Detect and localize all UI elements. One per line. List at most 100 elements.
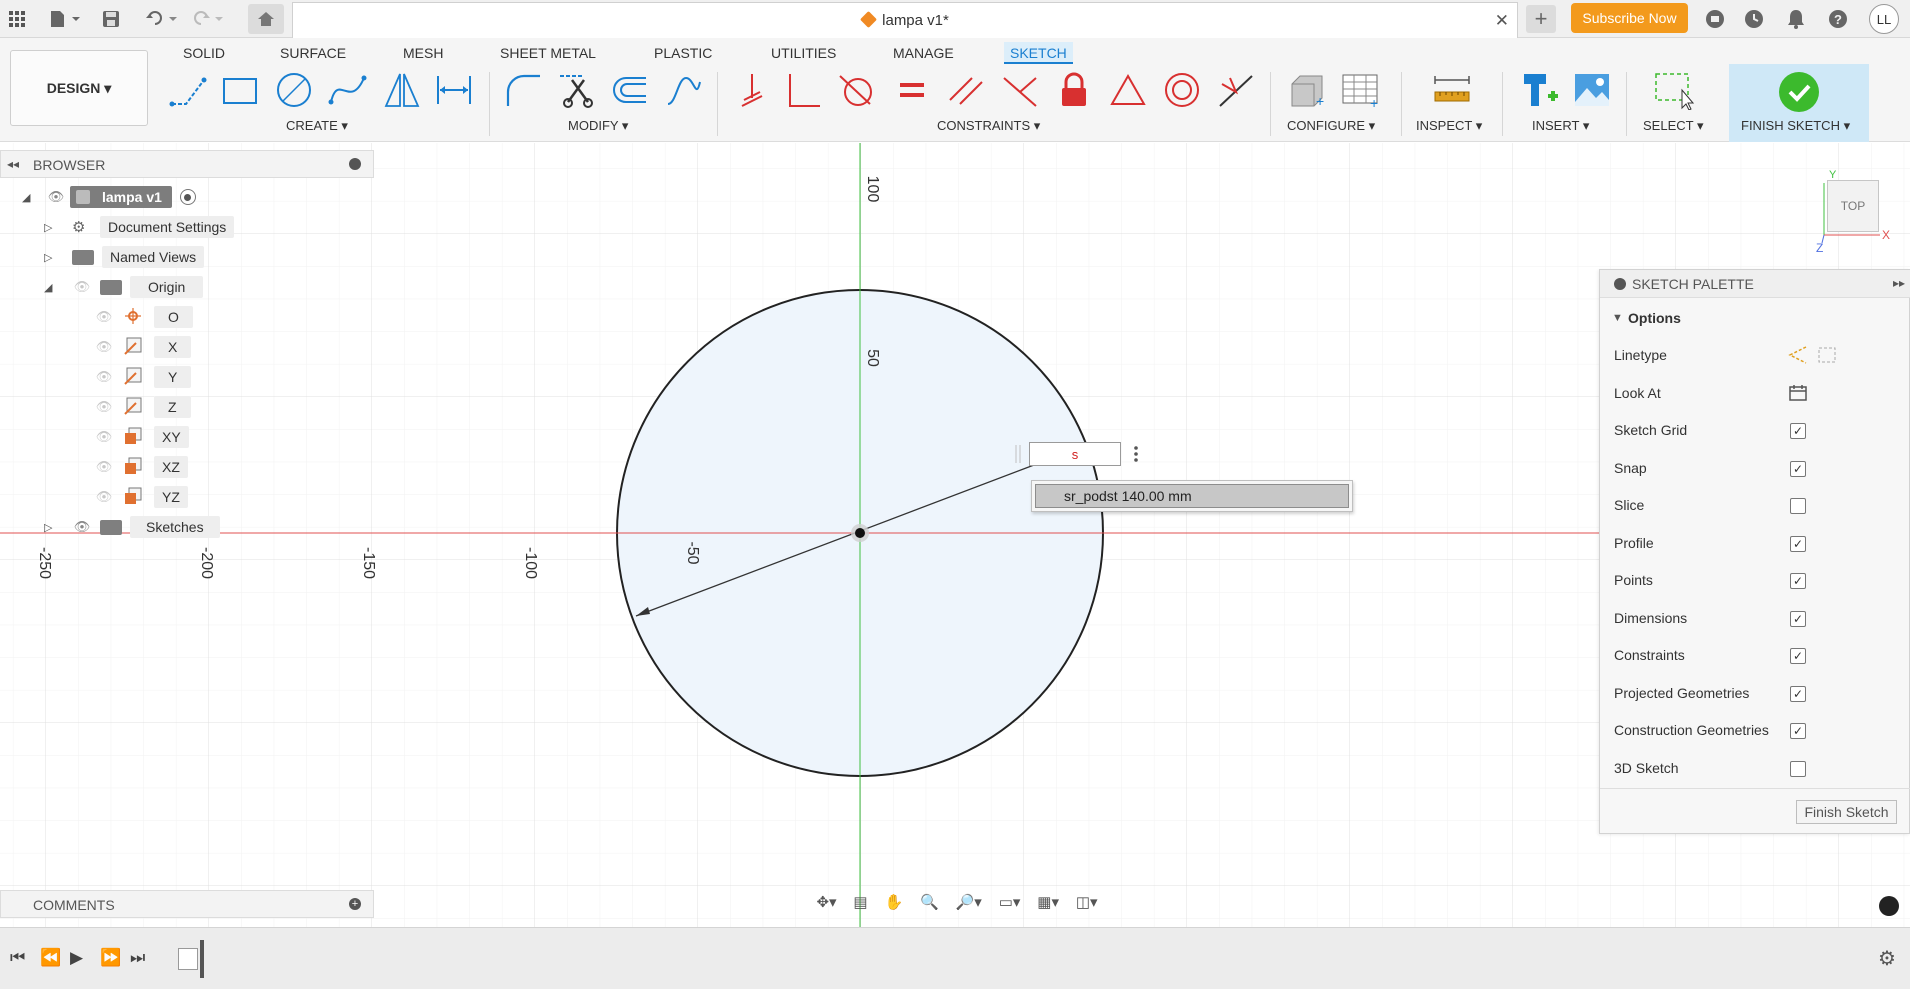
configure-table-icon[interactable]: + (1338, 68, 1382, 112)
eye-hidden-icon[interactable]: 👁 (94, 489, 114, 505)
activate-radio-icon[interactable] (179, 189, 196, 205)
eye-hidden-icon[interactable]: 👁 (72, 279, 92, 295)
tab-mesh[interactable]: MESH (397, 42, 449, 64)
browser-panel-header[interactable]: ◂◂ BROWSER (0, 150, 374, 178)
sketch-grid-checkbox[interactable]: ✓ (1790, 423, 1806, 439)
expand-triangle-icon[interactable]: ▷ (44, 221, 58, 234)
expand-triangle-icon[interactable]: ▷ (44, 251, 58, 264)
lock-constraint-icon[interactable] (1052, 68, 1096, 112)
mirror-tool-icon[interactable] (380, 68, 424, 112)
timeline-end-icon[interactable]: ⏭ (130, 948, 145, 968)
browser-root-row[interactable]: ◢ 👁 lampa v1 (22, 185, 196, 209)
palette-finish-sketch-button[interactable]: Finish Sketch (1796, 800, 1897, 824)
tab-sheet-metal[interactable]: SHEET METAL (494, 42, 602, 64)
tree-item-yz-plane[interactable]: 👁 YZ (94, 485, 188, 509)
eye-hidden-icon[interactable]: 👁 (94, 459, 114, 475)
tab-sketch[interactable]: SKETCH (1004, 42, 1073, 64)
eye-hidden-icon[interactable]: 👁 (94, 369, 114, 385)
history-icon[interactable] (1742, 6, 1766, 32)
tree-item-sketches[interactable]: ▷ 👁 Sketches (44, 515, 220, 539)
modify-group-label[interactable]: MODIFY ▾ (568, 118, 628, 134)
sketch-palette-header[interactable]: SKETCH PALETTE ▸▸ (1600, 270, 1910, 298)
save-icon[interactable] (100, 6, 122, 32)
dimension-tool-icon[interactable] (432, 68, 476, 112)
extensions-icon[interactable] (1703, 6, 1727, 32)
insert-group-label[interactable]: INSERT ▾ (1532, 118, 1589, 134)
3d-sketch-checkbox[interactable] (1790, 761, 1806, 777)
redo-icon[interactable] (190, 6, 226, 32)
insert-derive-icon[interactable] (1516, 68, 1560, 112)
midpoint-constraint-icon[interactable] (1214, 68, 1258, 112)
display-toggle-icon[interactable] (1879, 896, 1899, 916)
dimension-value-input[interactable] (1029, 442, 1121, 466)
tangent-constraint-icon[interactable] (834, 68, 878, 112)
eye-hidden-icon[interactable]: 👁 (94, 309, 114, 325)
workspace-switcher-button[interactable]: DESIGN ▾ (10, 50, 148, 126)
viewports-icon[interactable]: ◫▾ (1076, 893, 1098, 911)
constraints-group-label[interactable]: CONSTRAINTS ▾ (937, 118, 1040, 134)
tab-surface[interactable]: SURFACE (274, 42, 352, 64)
eye-icon[interactable]: 👁 (46, 189, 66, 205)
insert-canvas-icon[interactable] (1570, 68, 1614, 112)
spline-tool-icon[interactable] (326, 68, 370, 112)
view-cube-top[interactable]: TOP (1827, 180, 1879, 232)
close-icon[interactable]: ✕ (1495, 11, 1509, 31)
eye-hidden-icon[interactable]: 👁 (94, 339, 114, 355)
symmetry-constraint-icon[interactable] (1106, 68, 1150, 112)
collapse-triangle-icon[interactable]: ◢ (22, 191, 36, 204)
tree-item-y-axis[interactable]: 👁 Y (94, 365, 192, 389)
timeline-back-icon[interactable]: ⏪ (40, 948, 61, 968)
profile-checkbox[interactable]: ✓ (1790, 536, 1806, 552)
offset-tool-icon[interactable] (608, 68, 652, 112)
grid-menu-icon[interactable] (6, 6, 28, 32)
inspect-group-label[interactable]: INSPECT ▾ (1416, 118, 1482, 134)
constraints-checkbox[interactable]: ✓ (1790, 648, 1806, 664)
circle-tool-icon[interactable] (272, 68, 316, 112)
avatar[interactable]: LL (1869, 4, 1899, 34)
tab-manage[interactable]: MANAGE (887, 42, 960, 64)
timeline-marker[interactable] (200, 940, 204, 978)
zoom-icon[interactable]: 🔍 (920, 893, 939, 911)
points-checkbox[interactable]: ✓ (1790, 573, 1806, 589)
timeline-play-icon[interactable]: ▶ (70, 948, 83, 968)
display-settings-icon[interactable]: ▭▾ (999, 893, 1021, 911)
bell-icon[interactable] (1784, 6, 1808, 32)
construction-geometries-checkbox[interactable]: ✓ (1790, 723, 1806, 739)
grid-settings-icon[interactable]: ▦▾ (1037, 893, 1059, 911)
equal-constraint-icon[interactable] (890, 68, 934, 112)
expand-palette-icon[interactable]: ▸▸ (1893, 276, 1905, 290)
tab-solid[interactable]: SOLID (177, 42, 231, 64)
tab-utilities[interactable]: UTILITIES (765, 42, 842, 64)
tab-plastic[interactable]: PLASTIC (648, 42, 718, 64)
centerline-linetype-icon[interactable] (1816, 345, 1838, 370)
home-icon[interactable] (248, 4, 284, 34)
projected-geometries-checkbox[interactable]: ✓ (1790, 686, 1806, 702)
configure-parameters-icon[interactable]: + (1284, 68, 1328, 112)
more-options-icon[interactable] (1134, 446, 1138, 462)
select-group-label[interactable]: SELECT ▾ (1643, 118, 1703, 134)
collapse-options-icon[interactable]: ▼ (1612, 312, 1623, 324)
construction-linetype-icon[interactable] (1786, 345, 1808, 370)
configure-group-label[interactable]: CONFIGURE ▾ (1287, 118, 1375, 134)
line-tool-icon[interactable] (166, 68, 210, 112)
collapse-browser-icon[interactable]: ◂◂ (7, 157, 19, 171)
browser-minimize-icon[interactable] (349, 158, 361, 170)
expand-triangle-icon[interactable]: ▷ (44, 521, 58, 534)
eye-hidden-icon[interactable]: 👁 (94, 429, 114, 445)
snap-checkbox[interactable]: ✓ (1790, 461, 1806, 477)
fillet-tool-icon[interactable] (502, 68, 546, 112)
add-comment-icon[interactable]: + (349, 898, 361, 910)
new-tab-icon[interactable]: + (1526, 5, 1556, 33)
perpendicular-constraint-icon[interactable] (782, 68, 826, 112)
select-tool-icon[interactable] (1652, 68, 1696, 112)
autocomplete-item-sr-podst[interactable]: sr_podst 140.00 mm (1035, 484, 1349, 508)
undo-icon[interactable] (144, 6, 180, 32)
tree-item-xz-plane[interactable]: 👁 XZ (94, 455, 188, 479)
pan-icon[interactable]: ✋ (884, 893, 903, 911)
subscribe-now-button[interactable]: Subscribe Now (1571, 3, 1688, 33)
timeline-start-icon[interactable]: ⏮ (10, 948, 25, 968)
palette-minimize-icon[interactable] (1614, 278, 1626, 290)
parallel-constraint-icon[interactable] (944, 68, 988, 112)
root-chip[interactable]: lampa v1 (70, 186, 172, 208)
eye-hidden-icon[interactable]: 👁 (94, 399, 114, 415)
